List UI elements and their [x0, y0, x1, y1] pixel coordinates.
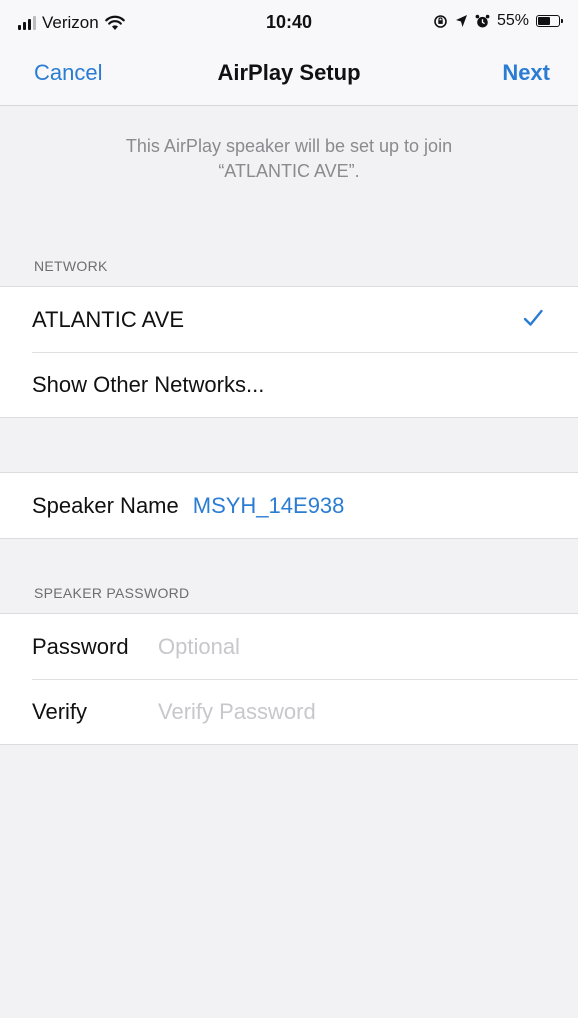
battery-icon	[536, 15, 563, 27]
show-other-networks-label: Show Other Networks...	[32, 371, 265, 397]
orientation-lock-icon	[434, 14, 447, 28]
speaker-name-row[interactable]: Speaker Name MSYH_14E938	[0, 473, 578, 538]
info-line-1: This AirPlay speaker will be set up to j…	[125, 136, 453, 156]
status-right: 55%	[433, 12, 563, 30]
password-row: Password	[0, 614, 578, 679]
next-button[interactable]: Next	[502, 60, 550, 86]
network-group: ATLANTIC AVE Show Other Networks...	[0, 286, 578, 418]
airplay-setup-screen: Verizon 10:40 55% Cancel AirPlay Setup N…	[0, 0, 578, 1018]
status-bar: Verizon 10:40 55%	[0, 0, 578, 46]
checkmark-icon	[523, 309, 543, 326]
show-other-networks-row[interactable]: Show Other Networks...	[0, 352, 578, 417]
location-icon	[455, 15, 467, 27]
verify-label: Verify	[32, 698, 88, 724]
network-row-selected[interactable]: ATLANTIC AVE	[0, 287, 578, 352]
battery-percent: 55%	[496, 12, 529, 29]
page-title: AirPlay Setup	[217, 60, 361, 85]
password-label: Password	[32, 633, 129, 659]
network-name: ATLANTIC AVE	[32, 306, 185, 332]
info-line-2: “ATLANTIC AVE”.	[218, 161, 360, 181]
password-group: Password Verify	[0, 613, 578, 745]
password-input[interactable]	[158, 633, 518, 660]
verify-password-input[interactable]	[158, 698, 518, 725]
network-section-header: NETWORK	[34, 258, 108, 274]
speaker-name-value[interactable]: MSYH_14E938	[193, 493, 345, 519]
verify-row: Verify	[0, 679, 578, 744]
alarm-icon	[475, 14, 490, 27]
speaker-password-section-header: SPEAKER PASSWORD	[34, 585, 190, 601]
setup-info-text: This AirPlay speaker will be set up to j…	[40, 134, 538, 184]
speaker-name-group: Speaker Name MSYH_14E938	[0, 472, 578, 539]
navigation-bar: Cancel AirPlay Setup Next	[0, 46, 578, 106]
speaker-name-label: Speaker Name	[32, 492, 179, 518]
